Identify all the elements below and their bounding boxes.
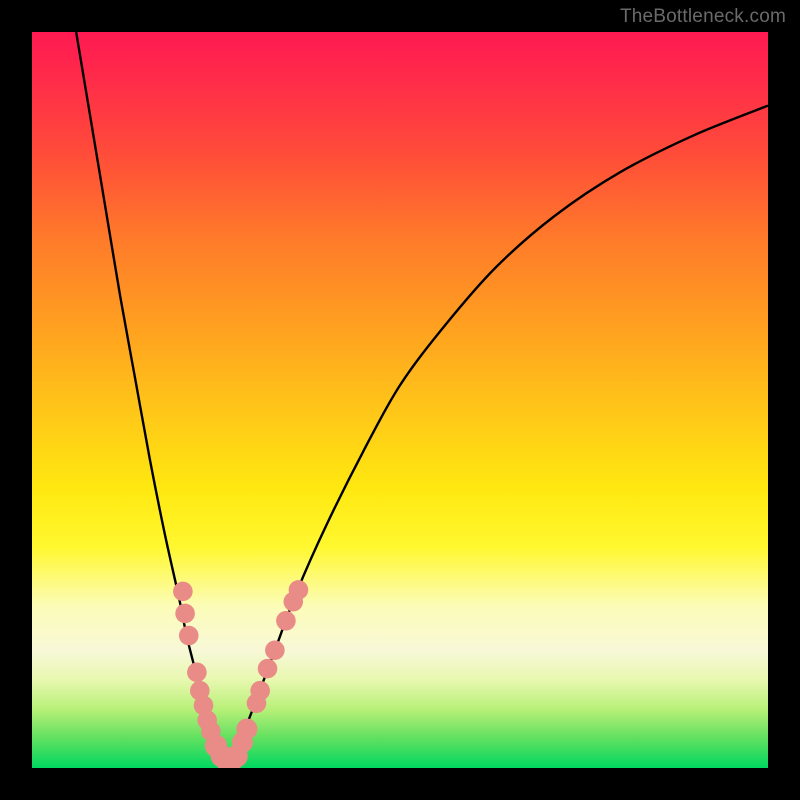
data-marker <box>289 580 309 600</box>
data-marker <box>276 611 296 631</box>
data-marker <box>265 640 285 660</box>
data-marker <box>250 681 270 701</box>
left-curve-path <box>76 32 223 761</box>
data-marker <box>187 663 207 683</box>
chart-plot-area <box>32 32 768 768</box>
data-marker <box>175 604 195 624</box>
data-marker <box>236 719 257 740</box>
right-curve-path <box>231 106 768 761</box>
data-marker <box>173 582 193 602</box>
data-marker <box>179 626 199 646</box>
watermark-text: TheBottleneck.com <box>620 6 786 28</box>
chart-svg <box>32 32 768 768</box>
marker-group <box>173 580 308 768</box>
data-marker <box>258 659 278 679</box>
